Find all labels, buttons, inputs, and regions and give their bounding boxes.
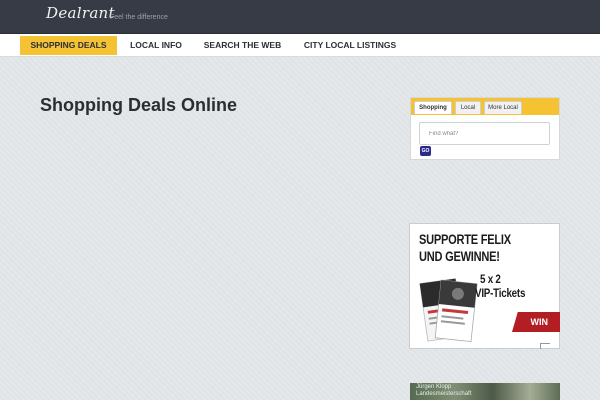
search-tabs: Shopping Local More Local bbox=[411, 98, 559, 115]
nav-item-shopping-deals[interactable]: Shopping Deals bbox=[20, 36, 117, 55]
ad-headline-2: UND GEWINNE! bbox=[419, 249, 500, 264]
search-input[interactable] bbox=[419, 122, 550, 145]
go-button[interactable]: GO bbox=[420, 146, 431, 156]
main-nav: Shopping Deals Local Info Search the Web… bbox=[0, 34, 600, 57]
tickets-image bbox=[419, 278, 478, 342]
top-bar: Dealrant Feel the difference bbox=[0, 0, 600, 34]
nav-item-search-the-web[interactable]: Search the Web bbox=[197, 36, 288, 55]
search-tab-local[interactable]: Local bbox=[455, 101, 481, 114]
ad-corner-marker bbox=[540, 343, 550, 349]
ad-headline-4: VIP-Tickets bbox=[475, 286, 526, 300]
nav-item-city-local-listings[interactable]: City Local Listings bbox=[297, 36, 403, 55]
page-title: Shopping Deals Online bbox=[40, 95, 238, 115]
search-tab-more-local[interactable]: More Local bbox=[484, 101, 522, 114]
search-widget: Shopping Local More Local GO bbox=[410, 97, 560, 160]
ad-headline-1: SUPPORTE FELIX bbox=[419, 232, 511, 247]
ad-win-badge: WIN bbox=[512, 312, 560, 332]
site-tagline: Feel the difference bbox=[110, 14, 168, 21]
ad-headline-3: 5 x 2 bbox=[480, 272, 501, 286]
photo-caption: Jürgen Klopp Landesmeisterschaft bbox=[416, 384, 472, 397]
advertisement-banner[interactable]: SUPPORTE FELIX UND GEWINNE! 5 x 2 VIP-Ti… bbox=[409, 223, 560, 349]
site-logo[interactable]: Dealrant bbox=[46, 4, 115, 22]
nav-item-local-info[interactable]: Local Info bbox=[124, 36, 188, 55]
search-tab-shopping[interactable]: Shopping bbox=[414, 101, 452, 114]
photo-advertisement[interactable]: Jürgen Klopp Landesmeisterschaft bbox=[410, 383, 560, 400]
